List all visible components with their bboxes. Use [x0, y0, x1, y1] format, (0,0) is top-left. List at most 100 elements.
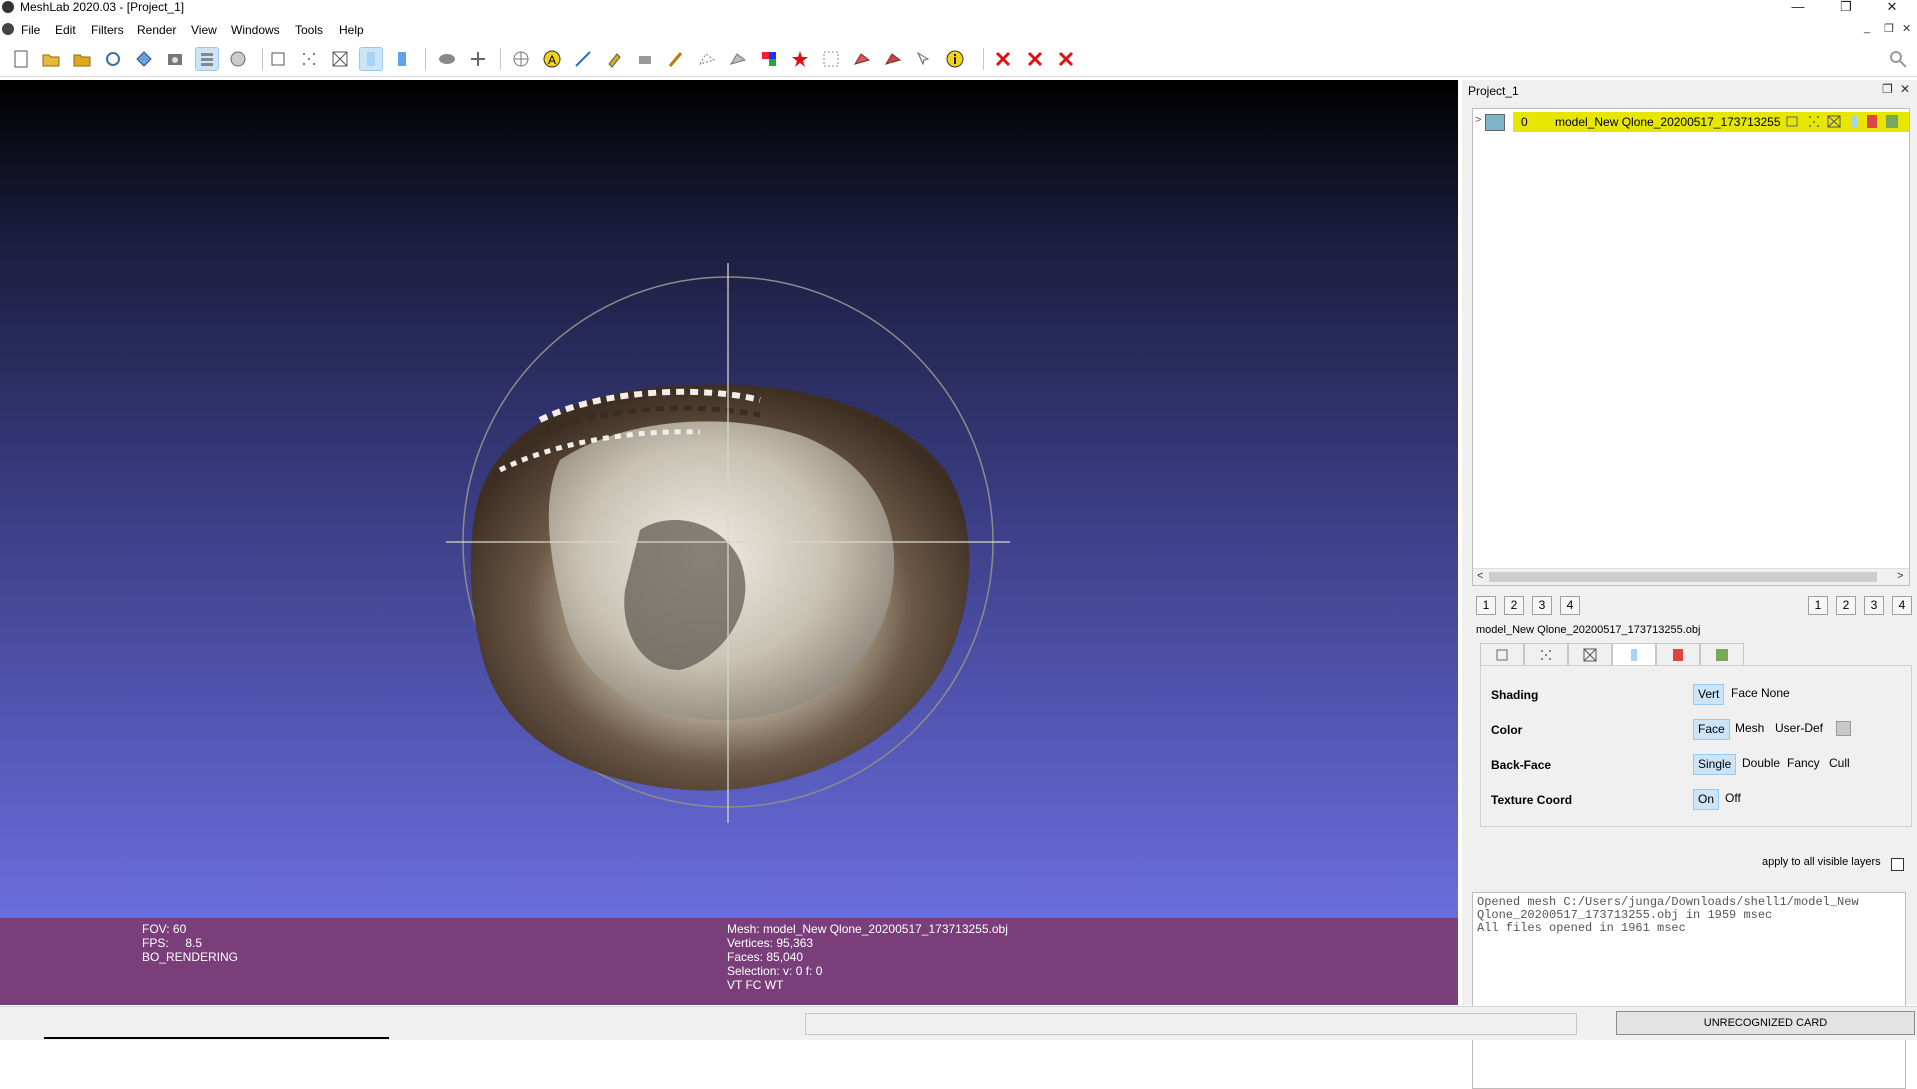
layer-options-icon[interactable] [1885, 114, 1899, 129]
tab-texture[interactable] [1656, 643, 1700, 666]
close-filter-icon[interactable] [992, 48, 1014, 70]
shading-vert-option[interactable]: Vert [1693, 684, 1725, 705]
search-icon[interactable] [1887, 48, 1909, 70]
layer-bbox-icon[interactable] [1785, 114, 1799, 129]
texture-on-option[interactable]: On [1693, 789, 1720, 810]
info-icon[interactable] [944, 48, 966, 70]
new-project-icon[interactable] [10, 48, 32, 70]
apply-all-checkbox[interactable] [1891, 858, 1904, 871]
scroll-left-icon[interactable]: < [1477, 570, 1483, 582]
render-tabs [1480, 643, 1744, 666]
color-face-option[interactable]: Face [1693, 719, 1730, 740]
points-icon[interactable] [298, 48, 320, 70]
layers-icon[interactable] [195, 47, 219, 71]
shading-none-option[interactable]: None [1757, 684, 1794, 703]
open-project-icon[interactable] [40, 48, 62, 70]
scroll-thumb[interactable] [1489, 572, 1877, 582]
menu-help[interactable]: Help [336, 22, 367, 38]
right-view-button-2[interactable]: 2 [1836, 596, 1856, 615]
paint-icon[interactable] [603, 48, 625, 70]
menu-render[interactable]: Render [134, 22, 179, 38]
left-view-button-4[interactable]: 4 [1560, 596, 1580, 615]
sphere-icon[interactable] [510, 48, 532, 70]
flat-shading-icon[interactable] [359, 47, 383, 71]
layer-points-icon[interactable] [1807, 114, 1821, 129]
pick-points-icon[interactable] [634, 48, 656, 70]
snapshot-icon[interactable] [164, 48, 186, 70]
delete-vertices-icon[interactable] [882, 48, 904, 70]
panel-float-button[interactable]: ❐ [1882, 82, 1893, 96]
right-view-button-4[interactable]: 4 [1892, 596, 1912, 615]
layer-list-scrollbar[interactable]: < > [1473, 568, 1909, 585]
left-view-button-3[interactable]: 3 [1532, 596, 1552, 615]
backface-cull-option[interactable]: Cull [1825, 754, 1854, 773]
menu-tools[interactable]: Tools [292, 22, 326, 38]
color-userdef-option[interactable]: User-Def [1771, 719, 1827, 738]
left-view-button-2[interactable]: 2 [1504, 596, 1524, 615]
light-icon[interactable] [436, 48, 458, 70]
scroll-right-icon[interactable]: > [1897, 570, 1903, 582]
pick-icon[interactable] [913, 48, 935, 70]
close-edit-icon[interactable] [1024, 48, 1046, 70]
save-icon[interactable] [133, 48, 155, 70]
left-view-button-1[interactable]: 1 [1476, 596, 1496, 615]
brush-icon[interactable] [665, 48, 687, 70]
measure-icon[interactable] [572, 48, 594, 70]
texture-off-option[interactable]: Off [1721, 789, 1745, 808]
mdi-document-icon[interactable] [2, 23, 14, 35]
vertex-color-icon[interactable] [758, 48, 780, 70]
trackball-icon[interactable] [227, 48, 249, 70]
axis-icon[interactable] [467, 48, 489, 70]
minimize-button[interactable]: — [1778, 0, 1818, 15]
mdi-restore-button[interactable]: ❐ [1884, 22, 1894, 35]
annotation-icon[interactable]: A [541, 48, 563, 70]
title-bar: MeshLab 2020.03 - [Project_1] — ❐ ✕ [0, 0, 1917, 15]
layer-wireframe-icon[interactable] [1827, 114, 1841, 129]
delete-faces-icon[interactable] [851, 48, 873, 70]
backface-fancy-option[interactable]: Fancy [1783, 754, 1824, 773]
layer-visibility-icon[interactable] [1485, 114, 1505, 131]
shell-model-render[interactable] [0, 80, 1458, 920]
layer-texture-icon[interactable] [1865, 114, 1879, 129]
layer-flat-icon[interactable] [1847, 114, 1861, 129]
georef-icon[interactable] [789, 48, 811, 70]
mdi-close-button[interactable]: ✕ [1902, 22, 1911, 35]
menu-file[interactable]: File [18, 22, 43, 38]
close-button[interactable]: ✕ [1872, 0, 1912, 15]
tab-options[interactable] [1700, 643, 1744, 666]
close-all-icon[interactable] [1055, 48, 1077, 70]
select-face-icon[interactable] [727, 48, 749, 70]
user-color-swatch[interactable] [1836, 721, 1851, 736]
restore-button[interactable]: ❐ [1826, 0, 1866, 15]
layer-row[interactable]: > 0 model_New Qlone_20200517_173713255 [1473, 112, 1909, 132]
select-vertex-icon[interactable] [696, 48, 718, 70]
wireframe-icon[interactable] [329, 48, 351, 70]
tab-bbox[interactable] [1480, 643, 1524, 666]
fov-text: FOV: 60 [142, 922, 187, 936]
tab-points[interactable] [1524, 643, 1568, 666]
render-options: Shading Vert Face None Color Face Mesh U… [1480, 665, 1912, 827]
menu-edit[interactable]: Edit [52, 22, 79, 38]
color-mesh-option[interactable]: Mesh [1731, 719, 1768, 738]
tab-solid[interactable] [1612, 643, 1656, 666]
import-mesh-icon[interactable] [71, 48, 93, 70]
tab-wireframe[interactable] [1568, 643, 1612, 666]
bounding-box-icon[interactable] [267, 48, 289, 70]
expand-chevron-icon[interactable]: > [1475, 114, 1481, 126]
mdi-minimize-button[interactable]: _ [1864, 22, 1870, 34]
right-view-button-1[interactable]: 1 [1808, 596, 1828, 615]
menu-view[interactable]: View [188, 22, 220, 38]
smooth-shading-icon[interactable] [391, 48, 413, 70]
3d-viewport[interactable] [0, 80, 1458, 920]
right-view-button-3[interactable]: 3 [1864, 596, 1884, 615]
window-title: MeshLab 2020.03 - [Project_1] [20, 0, 185, 14]
backface-single-option[interactable]: Single [1693, 754, 1737, 775]
reload-icon[interactable] [102, 48, 124, 70]
backface-double-option[interactable]: Double [1738, 754, 1784, 773]
menu-filters[interactable]: Filters [88, 22, 127, 38]
menu-windows[interactable]: Windows [228, 22, 283, 38]
layer-selected-highlight[interactable]: 0 model_New Qlone_20200517_173713255 [1513, 112, 1909, 132]
layer-panel: Project_1 ❐ ✕ > 0 model_New Qlone_202005… [1462, 80, 1917, 1089]
select-region-icon[interactable] [820, 48, 842, 70]
panel-close-button[interactable]: ✕ [1900, 82, 1910, 96]
